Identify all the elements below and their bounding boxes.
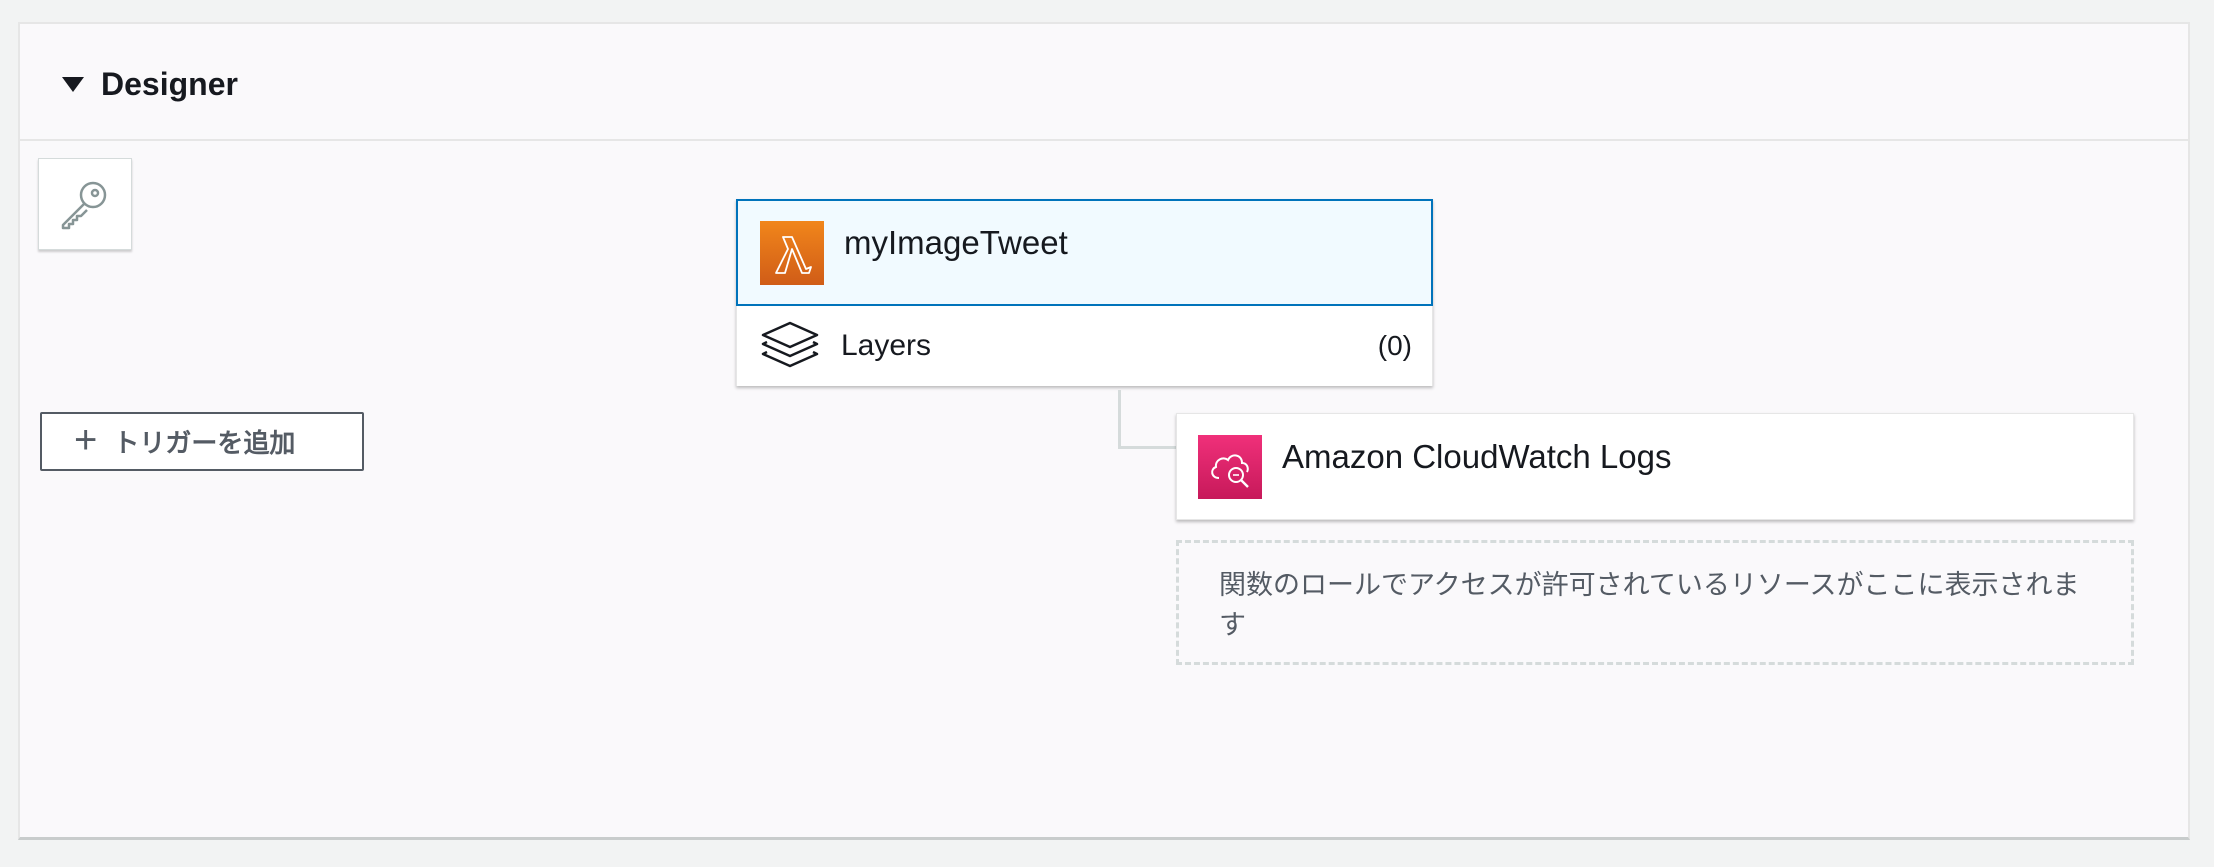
plus-icon: + [74, 418, 98, 462]
designer-title: Designer [101, 65, 238, 102]
add-trigger-label: トリガーを追加 [113, 428, 296, 458]
layers-icon [761, 321, 819, 368]
cloudwatch-logs-icon [1198, 434, 1262, 499]
add-trigger-button[interactable]: + トリガーを追加 [40, 412, 364, 471]
function-card: myImageTweet Layers (0) [736, 199, 1433, 386]
resource-hint-text: 関数のロールでアクセスが許可されているリソースがここに表示されます [1176, 540, 2134, 665]
layers-row[interactable]: Layers (0) [736, 306, 1433, 386]
resource-cloudwatch-logs[interactable]: Amazon CloudWatch Logs [1176, 413, 2134, 520]
layers-label: Layers [841, 329, 932, 362]
caret-down-icon [62, 76, 84, 92]
resource-name: Amazon CloudWatch Logs [1282, 437, 1672, 475]
connector-line [1118, 390, 1176, 449]
function-node[interactable]: myImageTweet [736, 199, 1433, 306]
layers-count: (0) [1377, 330, 1412, 361]
designer-collapse-toggle[interactable]: Designer [62, 64, 238, 104]
lambda-icon [760, 220, 824, 285]
permissions-button[interactable] [38, 158, 132, 250]
function-name: myImageTweet [844, 223, 1068, 261]
designer-header: Designer [20, 24, 2188, 141]
key-icon [61, 181, 107, 230]
